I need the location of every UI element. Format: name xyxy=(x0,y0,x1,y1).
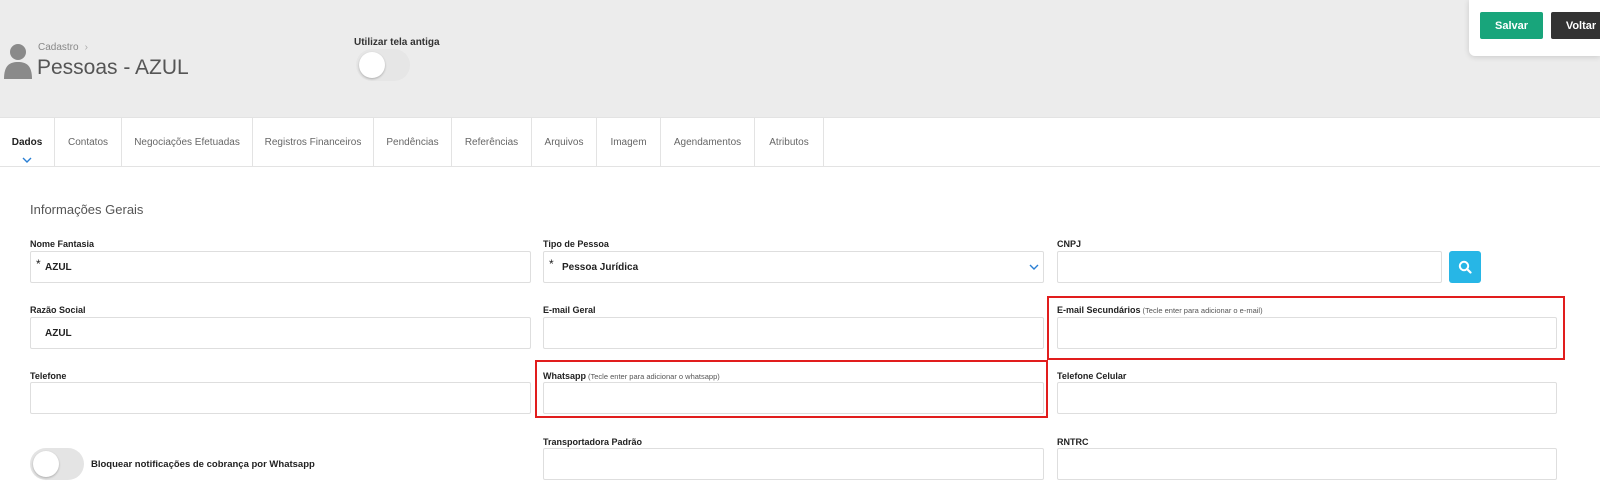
nome-fantasia-label: Nome Fantasia xyxy=(30,239,95,249)
block-whatsapp-notifications-toggle[interactable] xyxy=(30,448,84,480)
tab-bar: Dados Contatos Negociações Efetuadas Reg… xyxy=(0,117,1600,167)
tab-imagem[interactable]: Imagem xyxy=(597,118,661,167)
rntrc-label: RNTRC xyxy=(1057,437,1089,447)
tab-label: Registros Financeiros xyxy=(264,137,362,148)
required-marker: * xyxy=(36,257,41,271)
highlight-box-email xyxy=(1047,296,1565,360)
telefone-celular-label: Telefone Celular xyxy=(1057,371,1127,381)
tab-pendencias[interactable]: Pendências xyxy=(374,118,452,167)
toggle-knob xyxy=(359,52,385,78)
tab-label: Imagem xyxy=(610,137,647,148)
cnpj-field[interactable] xyxy=(1057,251,1442,283)
tab-label: Arquivos xyxy=(544,137,584,148)
tab-arquivos[interactable]: Arquivos xyxy=(532,118,597,167)
telefone-field[interactable] xyxy=(30,382,531,414)
tab-referencias[interactable]: Referências xyxy=(452,118,532,167)
email-geral-field[interactable] xyxy=(543,317,1044,349)
cnpj-search-button[interactable] xyxy=(1449,251,1481,283)
nome-fantasia-value: AZUL xyxy=(45,262,72,273)
tab-label: Dados xyxy=(11,137,43,148)
highlight-box-whatsapp xyxy=(535,360,1048,418)
tab-label: Agendamentos xyxy=(673,137,742,148)
razao-social-value: AZUL xyxy=(45,328,72,339)
required-marker: * xyxy=(549,257,554,271)
nome-fantasia-field[interactable]: * AZUL xyxy=(30,251,531,283)
tab-label: Pendências xyxy=(386,137,439,148)
tab-atributos[interactable]: Atributos xyxy=(755,118,824,167)
tab-agendamentos[interactable]: Agendamentos xyxy=(661,118,755,167)
back-button[interactable]: Voltar xyxy=(1551,12,1600,39)
page-title: Pessoas - AZUL xyxy=(37,56,189,79)
transportadora-field[interactable] xyxy=(543,448,1044,480)
cnpj-label: CNPJ xyxy=(1057,239,1082,249)
section-title: Informações Gerais xyxy=(30,202,144,217)
old-screen-label: Utilizar tela antiga xyxy=(354,37,440,48)
tab-label: Contatos xyxy=(67,137,109,148)
tipo-pessoa-value: Pessoa Jurídica xyxy=(562,262,639,273)
tab-negociacoes[interactable]: Negociações Efetuadas xyxy=(122,118,253,167)
tab-contatos[interactable]: Contatos xyxy=(55,118,122,167)
chevron-down-icon xyxy=(22,157,32,163)
tipo-pessoa-label: Tipo de Pessoa xyxy=(543,239,609,249)
tab-label: Atributos xyxy=(769,137,809,148)
email-geral-label: E-mail Geral xyxy=(543,305,596,315)
breadcrumb[interactable]: Cadastro › xyxy=(38,42,88,53)
toggle-knob xyxy=(33,451,59,477)
telefone-celular-field[interactable] xyxy=(1057,382,1557,414)
breadcrumb-item[interactable]: Cadastro xyxy=(38,42,79,53)
breadcrumb-separator: › xyxy=(84,42,88,53)
user-icon xyxy=(4,44,32,79)
block-whatsapp-notifications-label: Bloquear notificações de cobrança por Wh… xyxy=(91,459,315,470)
tipo-pessoa-select[interactable]: * Pessoa Jurídica xyxy=(543,251,1044,283)
telefone-label: Telefone xyxy=(30,371,67,381)
tab-label: Negociações Efetuadas xyxy=(134,137,240,148)
razao-social-field[interactable]: AZUL xyxy=(30,317,531,349)
old-screen-toggle[interactable] xyxy=(356,49,410,81)
search-icon xyxy=(1458,260,1472,274)
tab-label: Referências xyxy=(464,137,519,148)
tab-registros-financeiros[interactable]: Registros Financeiros xyxy=(253,118,374,167)
rntrc-field[interactable] xyxy=(1057,448,1557,480)
chevron-down-icon xyxy=(1029,264,1039,270)
save-button[interactable]: Salvar xyxy=(1480,12,1543,39)
razao-social-label: Razão Social xyxy=(30,305,86,315)
tab-dados[interactable]: Dados xyxy=(0,118,55,167)
transportadora-label: Transportadora Padrão xyxy=(543,437,643,447)
page-header: Cadastro › Pessoas - AZUL Utilizar tela a… xyxy=(0,0,1600,117)
